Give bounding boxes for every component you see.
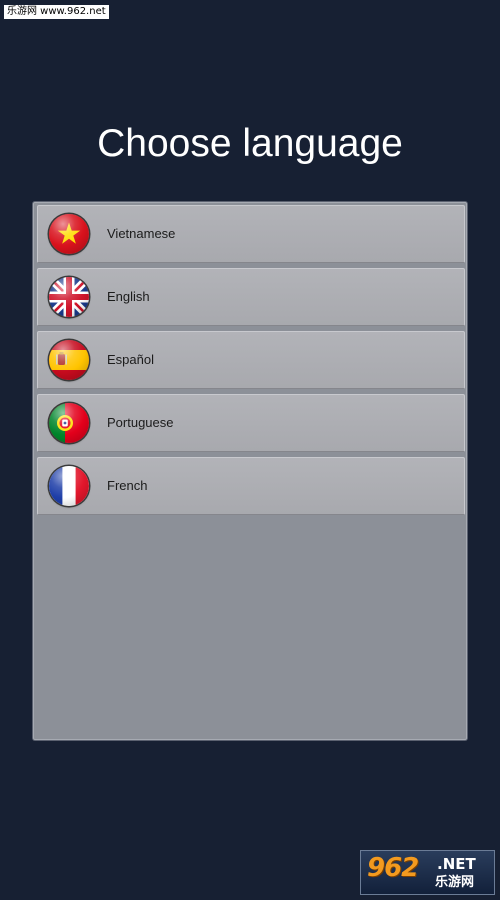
watermark-suffix: .NET	[437, 855, 476, 873]
uk-flag-icon	[49, 277, 89, 317]
watermark-top: 乐游网 www.962.net	[4, 5, 109, 19]
spain-flag-icon	[49, 340, 89, 380]
language-label: Vietnamese	[107, 226, 176, 241]
page-title: Choose language	[97, 122, 403, 165]
language-option-espanol[interactable]: Español	[37, 331, 465, 389]
language-option-vietnamese[interactable]: Vietnamese	[37, 205, 465, 263]
language-panel: Vietnamese English Español Portuguese Fr…	[33, 202, 467, 740]
language-label: English	[107, 289, 150, 304]
language-option-french[interactable]: French	[37, 457, 465, 515]
france-flag-icon	[49, 466, 89, 506]
vietnam-flag-icon	[49, 214, 89, 254]
language-option-english[interactable]: English	[37, 268, 465, 326]
language-list: Vietnamese English Español Portuguese Fr…	[37, 205, 465, 520]
watermark-number: 962	[367, 853, 419, 883]
watermark-cn-text: 乐游网	[435, 875, 475, 890]
language-option-portuguese[interactable]: Portuguese	[37, 394, 465, 452]
watermark-logo: 962 .NET 乐游网	[360, 850, 495, 895]
portugal-flag-icon	[49, 403, 89, 443]
language-label: French	[107, 478, 148, 493]
language-label: Portuguese	[107, 415, 174, 430]
language-label: Español	[107, 352, 154, 367]
